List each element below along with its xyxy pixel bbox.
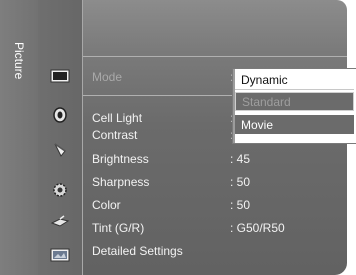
tab-label-picture: Picture <box>12 42 26 80</box>
category-icon-column <box>38 0 83 275</box>
tv-menu-screen: Picture Mode Cell Light Contrast Brightn… <box>0 0 356 275</box>
menu-item-brightness[interactable]: Brightness <box>92 152 149 166</box>
menu-item-mode[interactable]: Mode <box>92 70 122 84</box>
sound-icon[interactable] <box>38 105 82 125</box>
menu-item-tint[interactable]: Tint (G/R) <box>92 221 144 235</box>
picture-icon[interactable] <box>38 66 82 86</box>
menu-item-cell-light[interactable]: Cell Light <box>92 111 142 125</box>
menu-item-color-value: : 50 <box>230 198 251 212</box>
menu-item-tint-value: : G50/R50 <box>230 221 285 235</box>
menu-item-sharpness-value: : 50 <box>230 175 251 189</box>
dropdown-option-dynamic[interactable]: Dynamic <box>235 71 354 90</box>
dropdown-option-standard[interactable]: Standard <box>235 92 354 111</box>
dropdown-option-movie[interactable]: Movie <box>235 115 354 134</box>
mode-dropdown[interactable]: Dynamic Standard Movie <box>232 68 356 144</box>
category-tab: Picture <box>0 0 38 275</box>
menu-item-brightness-value: : 45 <box>230 152 251 166</box>
setup-gear-icon[interactable] <box>38 180 82 200</box>
menu-item-contrast[interactable]: Contrast <box>92 128 137 142</box>
input-icon[interactable] <box>38 212 82 232</box>
menu-item-color[interactable]: Color <box>92 198 121 212</box>
application-icon[interactable] <box>38 245 82 265</box>
channel-icon[interactable] <box>38 140 82 160</box>
menu-item-detailed-settings[interactable]: Detailed Settings <box>92 244 183 258</box>
menu-item-sharpness[interactable]: Sharpness <box>92 175 149 189</box>
